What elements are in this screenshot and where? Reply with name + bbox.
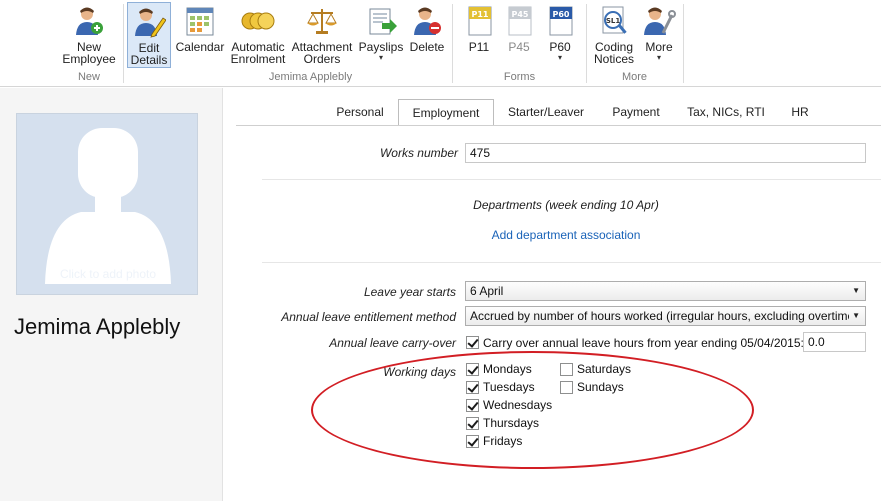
p11-form-icon: P11 xyxy=(468,6,492,36)
p45-badge: P45 xyxy=(512,10,529,19)
more-label: More xyxy=(645,40,673,54)
p45-label: P45 xyxy=(508,40,530,54)
employee-side-panel: Click to add photo Jemima Applebly xyxy=(0,88,223,501)
label-tuesdays: Tuesdays xyxy=(483,380,535,394)
departments-heading: Departments (week ending 10 Apr) xyxy=(473,198,659,212)
tab-hr[interactable]: HR xyxy=(778,99,822,125)
ribbon-toolbar: New Employee New Edit Details Calendar A… xyxy=(0,0,881,87)
edit-details-icon xyxy=(135,8,166,38)
carryover-label: Annual leave carry-over xyxy=(329,336,456,350)
checkbox-saturdays[interactable] xyxy=(560,363,573,376)
edit-details-label-2: Details xyxy=(130,53,168,67)
new-employee-button[interactable]: New Employee xyxy=(60,2,118,68)
p11-label: P11 xyxy=(468,40,490,54)
chevron-down-icon: ▼ xyxy=(849,307,860,325)
scales-icon xyxy=(307,9,337,34)
delete-employee-icon xyxy=(414,7,441,35)
coding-notices-icon: SL1 xyxy=(602,6,627,34)
group-label-new: New xyxy=(77,71,100,83)
p60-form-icon: P60 xyxy=(549,6,573,36)
leave-year-value: 6 April xyxy=(470,284,504,298)
ribbon-separator xyxy=(123,4,124,83)
more-dropdown-arrow: ▾ xyxy=(656,53,661,62)
checkbox-mondays[interactable] xyxy=(466,363,479,376)
automatic-enrolment-button[interactable]: Automatic Enrolment xyxy=(229,2,287,68)
calendar-icon xyxy=(186,7,214,36)
section-divider xyxy=(262,179,881,180)
label-fridays: Fridays xyxy=(483,434,523,448)
tab-personal[interactable]: Personal xyxy=(322,99,398,125)
p60-label: P60 xyxy=(549,40,571,54)
label-sundays: Sundays xyxy=(577,380,624,394)
new-employee-icon xyxy=(76,7,103,35)
p45-button[interactable]: P45 P45 xyxy=(501,2,537,68)
attachment-orders-label-2: Orders xyxy=(303,52,341,66)
calendar-button[interactable]: Calendar xyxy=(175,2,225,68)
label-mondays: Mondays xyxy=(483,362,532,376)
entitlement-method-select[interactable]: Accrued by number of hours worked (irreg… xyxy=(465,306,866,326)
automatic-enrolment-label-2: Enrolment xyxy=(230,52,286,66)
coding-notice-badge: SL1 xyxy=(606,17,621,25)
carryover-checkbox[interactable] xyxy=(466,336,479,349)
p45-form-icon: P45 xyxy=(508,6,532,36)
section-divider xyxy=(262,262,881,263)
payslips-icon xyxy=(369,8,397,35)
more-button[interactable]: More ▾ xyxy=(640,2,678,68)
employee-name: Jemima Applebly xyxy=(14,314,181,339)
tab-employment[interactable]: Employment xyxy=(398,99,494,126)
checkbox-fridays[interactable] xyxy=(466,435,479,448)
tab-baseline xyxy=(236,125,881,126)
delete-label: Delete xyxy=(409,40,445,54)
calendar-label: Calendar xyxy=(175,40,225,54)
group-label-more: More xyxy=(621,71,648,83)
label-saturdays: Saturdays xyxy=(577,362,632,376)
add-photo-hint: Click to add photo xyxy=(59,267,157,281)
p60-button[interactable]: P60 P60 ▾ xyxy=(542,2,578,68)
p11-button[interactable]: P11 P11 xyxy=(461,2,497,68)
coding-notices-label-2: Notices xyxy=(593,52,634,66)
more-tools-icon xyxy=(644,7,676,35)
checkbox-thursdays[interactable] xyxy=(466,417,479,430)
checkbox-sundays[interactable] xyxy=(560,381,573,394)
label-thursdays: Thursdays xyxy=(483,416,540,430)
ribbon-separator xyxy=(586,4,587,83)
leave-year-label: Leave year starts xyxy=(363,285,456,299)
label-wednesdays: Wednesdays xyxy=(483,398,553,412)
new-employee-label-2: Employee xyxy=(62,52,116,66)
group-label-forms: Forms xyxy=(503,71,536,83)
attachment-orders-button[interactable]: Attachment Orders xyxy=(291,2,353,68)
coins-icon xyxy=(241,12,275,30)
employee-photo-placeholder[interactable]: Click to add photo xyxy=(16,113,198,295)
coding-notices-button[interactable]: SL1 Coding Notices xyxy=(591,2,637,68)
chevron-down-icon: ▼ xyxy=(852,286,860,295)
checkbox-tuesdays[interactable] xyxy=(466,381,479,394)
add-department-link[interactable]: Add department association xyxy=(466,228,666,242)
p60-dropdown-arrow: ▾ xyxy=(557,53,562,62)
payslips-button[interactable]: Payslips ▾ xyxy=(357,2,405,68)
edit-details-button[interactable]: Edit Details xyxy=(127,2,171,68)
delete-button[interactable]: Delete xyxy=(408,2,446,68)
ribbon-separator xyxy=(452,4,453,83)
leave-year-select[interactable]: 6 April ▼ xyxy=(465,281,866,301)
carryover-text: Carry over annual leave hours from year … xyxy=(483,336,804,350)
group-label-employee: Jemima Applebly xyxy=(268,71,353,83)
tab-payment[interactable]: Payment xyxy=(598,99,674,125)
entitlement-method-label: Annual leave entitlement method xyxy=(281,310,456,324)
tab-starter-leaver[interactable]: Starter/Leaver xyxy=(494,99,598,125)
p11-badge: P11 xyxy=(472,10,489,19)
works-number-input[interactable]: 475 xyxy=(465,143,866,163)
working-days-label: Working days xyxy=(383,365,456,379)
payslips-dropdown-arrow: ▾ xyxy=(378,53,383,62)
payslips-label: Payslips xyxy=(358,40,404,54)
carryover-hours-input[interactable]: 0.0 xyxy=(803,332,866,352)
works-number-label: Works number xyxy=(379,146,458,160)
ribbon-separator xyxy=(683,4,684,83)
p60-badge: P60 xyxy=(553,10,570,19)
entitlement-method-value: Accrued by number of hours worked (irreg… xyxy=(470,309,859,323)
checkbox-wednesdays[interactable] xyxy=(466,399,479,412)
tab-tax-nics-rti[interactable]: Tax, NICs, RTI xyxy=(674,99,778,125)
